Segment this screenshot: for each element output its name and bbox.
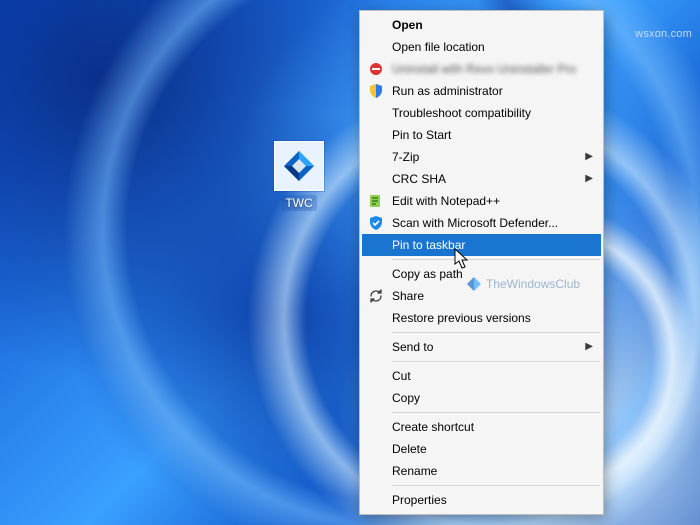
menu-properties[interactable]: Properties: [362, 489, 601, 511]
menu-label: Properties: [392, 493, 447, 507]
source-url-overlay: wsxon.com: [635, 28, 692, 40]
menu-label: Open file location: [392, 40, 485, 54]
notepadpp-icon: [368, 193, 384, 209]
menu-label: Share: [392, 289, 424, 303]
menu-label: Create shortcut: [392, 420, 474, 434]
context-menu: Open Open file location Uninstall with R…: [359, 10, 604, 515]
menu-label: Edit with Notepad++: [392, 194, 500, 208]
menu-troubleshoot[interactable]: Troubleshoot compatibility: [362, 102, 601, 124]
menu-crc-sha[interactable]: CRC SHA ▶: [362, 168, 601, 190]
uninstaller-icon: [368, 61, 384, 77]
menu-label: Pin to Start: [392, 128, 451, 142]
menu-open-file-location[interactable]: Open file location: [362, 36, 601, 58]
menu-label: Cut: [392, 369, 411, 383]
menu-separator: [392, 259, 600, 260]
menu-label: Rename: [392, 464, 437, 478]
menu-separator: [392, 485, 600, 486]
shield-icon: [368, 83, 384, 99]
menu-uninstall[interactable]: Uninstall with Revo Uninstaller Pro: [362, 58, 601, 80]
menu-cut[interactable]: Cut: [362, 365, 601, 387]
watermark-text: TheWindowsClub: [486, 277, 580, 291]
menu-edit-notepadpp[interactable]: Edit with Notepad++: [362, 190, 601, 212]
menu-label: Uninstall with Revo Uninstaller Pro: [392, 62, 576, 76]
menu-send-to[interactable]: Send to ▶: [362, 336, 601, 358]
menu-label: Send to: [392, 340, 433, 354]
menu-separator: [392, 412, 600, 413]
desktop-shortcut-twc[interactable]: TWC: [264, 141, 334, 211]
chevron-right-icon: ▶: [585, 168, 593, 190]
menu-label: Scan with Microsoft Defender...: [392, 216, 558, 230]
menu-open[interactable]: Open: [362, 14, 601, 36]
shortcut-label: TWC: [281, 195, 316, 211]
menu-rename[interactable]: Rename: [362, 460, 601, 482]
menu-create-shortcut[interactable]: Create shortcut: [362, 416, 601, 438]
menu-label: Copy: [392, 391, 420, 405]
menu-separator: [392, 332, 600, 333]
menu-label: Pin to taskbar: [392, 238, 465, 252]
menu-pin-to-taskbar[interactable]: Pin to taskbar: [362, 234, 601, 256]
watermark: TheWindowsClub: [466, 276, 580, 292]
menu-label: 7-Zip: [392, 150, 419, 164]
desktop[interactable]: wsxon.com TWC Open Open file location Un…: [0, 0, 700, 525]
menu-run-as-admin[interactable]: Run as administrator: [362, 80, 601, 102]
menu-separator: [392, 361, 600, 362]
twc-logo-icon: [282, 149, 316, 183]
chevron-right-icon: ▶: [585, 336, 593, 358]
twc-mini-icon: [466, 276, 482, 292]
menu-label: Run as administrator: [392, 84, 503, 98]
shortcut-icon-tile: [274, 141, 324, 191]
menu-label: Restore previous versions: [392, 311, 531, 325]
menu-label: Troubleshoot compatibility: [392, 106, 531, 120]
share-icon: [368, 288, 384, 304]
menu-label: Open: [392, 18, 423, 32]
menu-delete[interactable]: Delete: [362, 438, 601, 460]
menu-copy[interactable]: Copy: [362, 387, 601, 409]
menu-label: Copy as path: [392, 267, 463, 281]
menu-label: Delete: [392, 442, 427, 456]
menu-pin-to-start[interactable]: Pin to Start: [362, 124, 601, 146]
menu-7zip[interactable]: 7-Zip ▶: [362, 146, 601, 168]
defender-icon: [368, 215, 384, 231]
menu-restore-versions[interactable]: Restore previous versions: [362, 307, 601, 329]
menu-scan-defender[interactable]: Scan with Microsoft Defender...: [362, 212, 601, 234]
chevron-right-icon: ▶: [585, 146, 593, 168]
menu-label: CRC SHA: [392, 172, 446, 186]
